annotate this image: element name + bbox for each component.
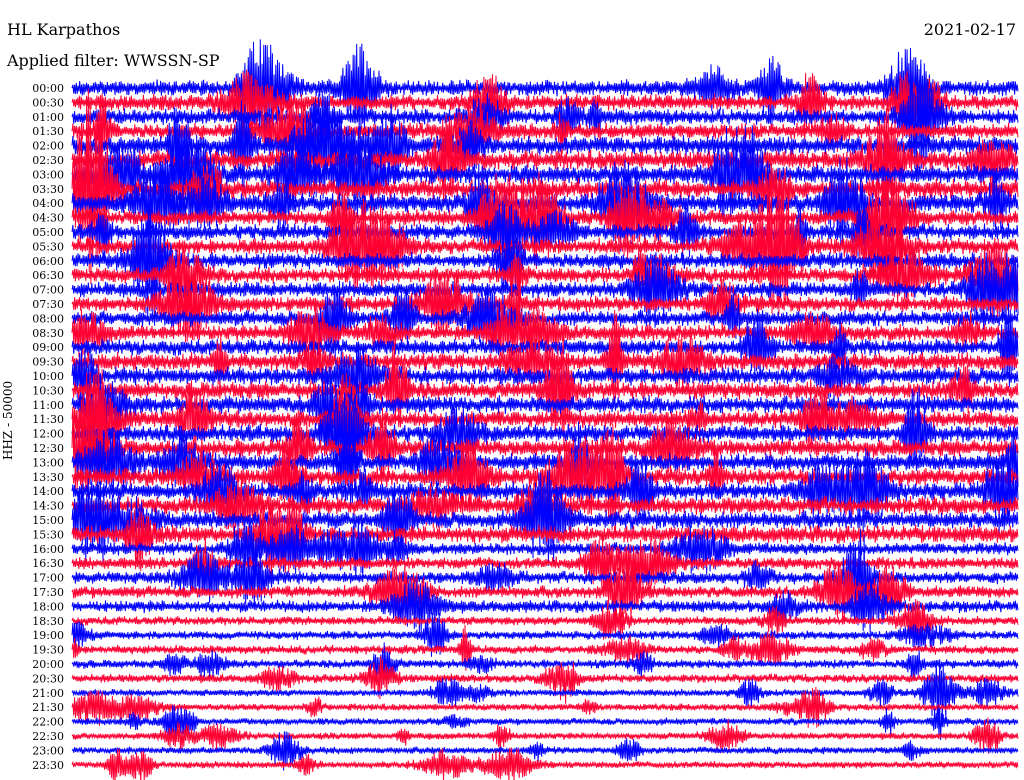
time-tick-label: 06:30 [32, 269, 64, 282]
time-tick-label: 13:00 [32, 456, 64, 469]
time-tick-label: 06:00 [32, 255, 64, 268]
time-tick-label: 11:00 [32, 399, 64, 412]
time-tick-label: 15:30 [32, 528, 64, 541]
seismogram-plot: 00:0000:30 01:0001:30 02:0002:3003:00 03:30… [32, 39, 1019, 780]
time-tick-label: 05:00 [32, 226, 64, 239]
time-tick-label: 08:00 [32, 312, 64, 325]
time-tick-label: 17:00 [32, 572, 64, 585]
time-tick-label: 23:00 [32, 744, 64, 757]
time-tick-label: 16:30 [32, 557, 64, 570]
time-tick-label: 17:30 [32, 586, 64, 599]
time-tick-label: 19:30 [32, 644, 64, 657]
time-tick-label: 11:30 [32, 413, 64, 426]
time-tick-label: 03:30 [32, 183, 64, 196]
time-tick-label: 01:00 [32, 111, 64, 124]
time-tick-label: 03:00 [32, 168, 64, 181]
time-tick-label: 08:30 [32, 327, 64, 340]
time-tick-label: 22:30 [32, 730, 64, 743]
time-tick-label: 14:30 [32, 500, 64, 513]
time-tick-label: 00:30 [32, 96, 64, 109]
time-tick-label: 05:30 [32, 240, 64, 253]
time-tick-label: 18:30 [32, 615, 64, 628]
time-tick-label: 07:30 [32, 298, 64, 311]
time-tick-label: 09:00 [32, 341, 64, 354]
time-tick-label: 04:30 [32, 212, 64, 225]
time-tick-label: 20:30 [32, 672, 64, 685]
time-tick-label: 19:00 [32, 629, 64, 642]
time-tick-label: 16:00 [32, 543, 64, 556]
time-tick-label: 13:30 [32, 471, 64, 484]
trace-row [71, 237, 1019, 322]
time-tick-label: 02:30 [32, 154, 64, 167]
time-tick-label: 15:00 [32, 514, 64, 527]
time-tick-label: 10:00 [32, 370, 64, 383]
time-tick-label: 00:00 [32, 82, 64, 95]
time-tick-label: 04:00 [32, 197, 64, 210]
time-tick-label: 21:00 [32, 687, 64, 700]
time-tick-labels: 00:0000:30 01:0001:30 02:0002:3003:00 03:30… [32, 82, 64, 772]
time-tick-label: 07:00 [32, 284, 64, 297]
trace-row [71, 39, 1019, 140]
time-tick-label: 02:00 [32, 140, 64, 153]
time-tick-label: 20:00 [32, 658, 64, 671]
time-tick-label: 22:00 [32, 716, 64, 729]
time-tick-label: 12:00 [32, 428, 64, 441]
time-tick-label: 14:00 [32, 485, 64, 498]
time-tick-label: 18:00 [32, 600, 64, 613]
time-tick-label: 12:30 [32, 442, 64, 455]
time-tick-label: 23:30 [32, 759, 64, 772]
time-tick-label: 10:30 [32, 384, 64, 397]
time-tick-label: 09:30 [32, 356, 64, 369]
time-tick-label: 01:30 [32, 125, 64, 138]
trace-layer [71, 39, 1019, 780]
time-tick-label: 21:30 [32, 701, 64, 714]
